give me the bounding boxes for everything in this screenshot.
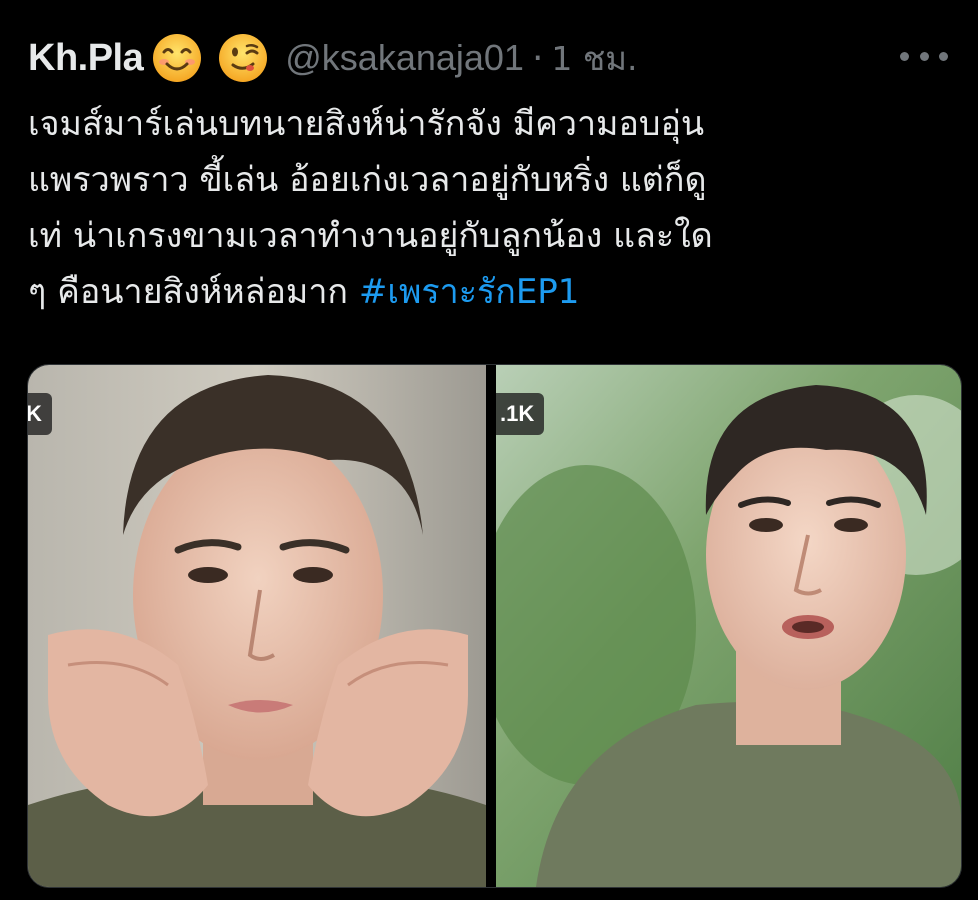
tweet-text-segment: ๆ คือนายสิงห์หล่อมาก bbox=[28, 272, 359, 312]
hashtag-link[interactable]: #เพราะรักEP1 bbox=[359, 272, 580, 312]
timestamp[interactable]: 1 ชม. bbox=[551, 32, 637, 85]
media-grid: K bbox=[27, 364, 962, 888]
man-portrait-image bbox=[28, 365, 486, 887]
media-image-2[interactable]: .1K bbox=[496, 365, 961, 887]
media-badge: .1K bbox=[496, 393, 545, 435]
man-portrait-image bbox=[496, 365, 961, 887]
more-options-icon[interactable] bbox=[900, 44, 948, 68]
tweet[interactable]: Kh.Pla @ksakanaja01 · 1 ชม. เจมส์มาร์เล่… bbox=[0, 0, 978, 900]
separator-dot: · bbox=[531, 37, 544, 79]
smiling-face-icon bbox=[151, 32, 203, 84]
user-handle[interactable]: @ksakanaja01 bbox=[285, 37, 524, 79]
tweet-text-line: ๆ คือนายสิงห์หล่อมาก #เพราะรักEP1 bbox=[28, 264, 958, 320]
tweet-text: เจมส์มาร์เล่นบทนายสิงห์น่ารักจัง มีความอ… bbox=[28, 96, 958, 320]
tweet-text-line: แพรวพราว ขี้เล่น อ้อยเก่งเวลาอยู่กับหริ่… bbox=[28, 160, 707, 200]
media-image-1[interactable]: K bbox=[28, 365, 496, 887]
tweet-text-line: เท่ น่าเกรงขามเวลาทำงานอยู่กับลูกน้อง แล… bbox=[28, 216, 713, 256]
winking-face-icon bbox=[217, 32, 269, 84]
media-badge: K bbox=[28, 393, 52, 435]
display-name[interactable]: Kh.Pla bbox=[28, 37, 144, 80]
tweet-header: Kh.Pla @ksakanaja01 · 1 ชม. bbox=[28, 28, 638, 88]
tweet-text-line: เจมส์มาร์เล่นบทนายสิงห์น่ารักจัง มีความอ… bbox=[28, 104, 705, 144]
